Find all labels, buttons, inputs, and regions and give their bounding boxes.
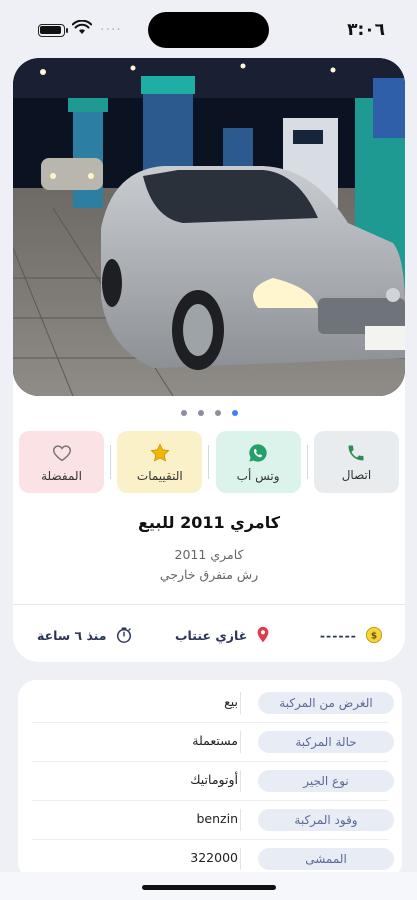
details-card: الغرض من المركبة بيع حالة المركبة مستعمل… bbox=[18, 680, 402, 880]
detail-row-purpose: الغرض من المركبة بيع bbox=[18, 684, 402, 723]
whatsapp-icon bbox=[249, 443, 267, 462]
carousel-dot[interactable] bbox=[197, 410, 204, 416]
section-divider bbox=[13, 604, 405, 605]
battery-icon bbox=[38, 24, 65, 37]
detail-value: 322000 bbox=[190, 850, 238, 865]
detail-label: حالة المركبة bbox=[258, 731, 394, 753]
signal-indicator: ···· bbox=[100, 22, 122, 38]
detail-value: بيع bbox=[224, 694, 238, 709]
detail-label: نوع الجير bbox=[258, 770, 394, 792]
status-time: ٣:٠٦ bbox=[347, 20, 385, 40]
action-divider bbox=[110, 445, 112, 479]
listing-card: اتصال وتس أب التقييمات المفضلة كامري 201… bbox=[13, 58, 405, 662]
listing-title: كامري 2011 للبيع bbox=[137, 513, 281, 532]
action-divider bbox=[306, 445, 308, 479]
whatsapp-label: وتس أب bbox=[236, 468, 280, 483]
ratings-label: التقييمات bbox=[136, 468, 183, 483]
time-info: منذ ٦ ساعة bbox=[37, 624, 133, 646]
row-divider bbox=[240, 731, 241, 753]
location-info[interactable]: غازي عنتاب bbox=[175, 624, 271, 646]
carousel-dot[interactable] bbox=[180, 410, 187, 416]
detail-value: مستعملة bbox=[192, 733, 238, 748]
row-divider bbox=[240, 848, 241, 870]
phone-icon bbox=[348, 445, 364, 460]
home-indicator[interactable] bbox=[142, 885, 276, 890]
status-bar: ···· ٣:٠٦ bbox=[0, 0, 417, 58]
price-value: ------ bbox=[319, 627, 357, 643]
detail-row-fuel: وقود المركبة benzin bbox=[18, 801, 402, 840]
car-photo[interactable] bbox=[13, 58, 405, 396]
time-text: منذ ٦ ساعة bbox=[37, 627, 107, 643]
row-divider bbox=[240, 692, 241, 714]
row-divider bbox=[240, 809, 241, 831]
action-bar: اتصال وتس أب التقييمات المفضلة bbox=[19, 431, 399, 493]
detail-label: وقود المركبة bbox=[258, 809, 394, 831]
listing-description: رش متفرق خارجي bbox=[159, 567, 259, 582]
detail-label: الغرض من المركبة bbox=[258, 692, 394, 714]
detail-label: الممشى bbox=[258, 848, 394, 870]
car-photo-illustration bbox=[13, 58, 405, 396]
detail-value: benzin bbox=[196, 811, 238, 826]
stopwatch-icon bbox=[116, 627, 131, 643]
coin-icon: $ bbox=[365, 626, 383, 644]
whatsapp-button[interactable]: وتس أب bbox=[215, 431, 301, 493]
action-divider bbox=[208, 445, 210, 479]
star-icon bbox=[150, 442, 170, 461]
detail-value: أوتوماتيك bbox=[190, 772, 238, 787]
favorite-button[interactable]: المفضلة bbox=[19, 431, 104, 493]
detail-row-condition: حالة المركبة مستعملة bbox=[18, 723, 402, 762]
heart-icon bbox=[52, 444, 71, 461]
ratings-button[interactable]: التقييمات bbox=[117, 431, 203, 493]
location-text: غازي عنتاب bbox=[175, 627, 248, 643]
row-divider bbox=[240, 770, 241, 792]
location-pin-icon bbox=[257, 626, 269, 643]
carousel-indicator bbox=[13, 410, 405, 420]
dynamic-island bbox=[148, 12, 269, 48]
price-info: $ ------ bbox=[320, 624, 383, 646]
detail-row-gearbox: نوع الجير أوتوماتيك bbox=[18, 762, 402, 801]
favorite-label: المفضلة bbox=[41, 468, 82, 483]
svg-text:$: $ bbox=[371, 632, 377, 642]
listing-meta: $ ------ غازي عنتاب منذ ٦ ساعة bbox=[13, 624, 405, 646]
carousel-dot[interactable] bbox=[214, 410, 221, 416]
carousel-dot-active[interactable] bbox=[231, 410, 238, 416]
wifi-icon bbox=[72, 20, 92, 34]
battery-tip bbox=[66, 28, 68, 33]
call-label: اتصال bbox=[341, 467, 372, 482]
listing-subtitle: كامري 2011 bbox=[174, 547, 244, 562]
call-button[interactable]: اتصال bbox=[313, 431, 399, 493]
